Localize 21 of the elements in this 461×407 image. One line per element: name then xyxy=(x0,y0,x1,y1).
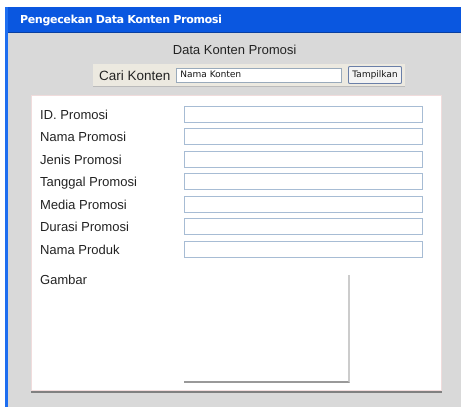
field-label: ID. Promosi xyxy=(40,106,109,122)
form-heading: Data Konten Promosi xyxy=(172,42,298,57)
show-button[interactable]: Tampilkan xyxy=(348,66,402,84)
field-label: Jenis Promosi xyxy=(40,152,123,167)
field-label: Durasi Promosi xyxy=(40,219,130,234)
search-label: Cari Konten xyxy=(99,68,170,82)
field-label: Media Promosi xyxy=(40,196,128,212)
input-field[interactable] xyxy=(184,150,423,168)
input-field[interactable] xyxy=(184,218,423,236)
input-field[interactable] xyxy=(184,106,423,123)
input-field[interactable] xyxy=(184,240,423,258)
field-label: Nama Produk xyxy=(40,242,120,257)
field-label: Tanggal Promosi xyxy=(40,174,138,190)
image-field[interactable] xyxy=(184,274,350,382)
input-field[interactable] xyxy=(184,173,423,190)
field-label: Nama Promosi xyxy=(40,129,127,144)
search-field[interactable]: Nama Konten xyxy=(176,68,342,82)
field-label: Gambar xyxy=(40,272,88,288)
window-title: Pengecekan Data Konten Promosi xyxy=(20,13,222,26)
input-field[interactable] xyxy=(184,128,423,146)
input-field[interactable] xyxy=(184,196,423,213)
